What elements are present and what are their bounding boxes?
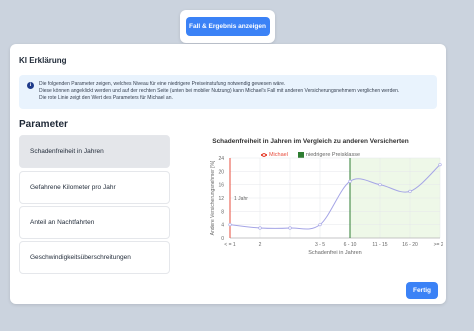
- param-item-speeding[interactable]: Geschwindigkeitsüberschreitungen: [19, 241, 170, 274]
- x-tick-label: 2: [259, 242, 262, 248]
- top-toolbar: Fall & Ergebnis anzeigen: [180, 10, 275, 43]
- comparison-chart: Schadenfreiheit in Jahren im Vergleich z…: [178, 132, 443, 274]
- show-case-result-button[interactable]: Fall & Ergebnis anzeigen: [185, 17, 270, 36]
- info-line: Die folgenden Parameter zeigen, welches …: [39, 81, 286, 87]
- x-tick-label: 3 - 5: [315, 242, 325, 248]
- panel-title: KI Erklärung: [19, 56, 67, 65]
- michael-value-label: 1 Jahr: [234, 196, 248, 202]
- data-point: [318, 223, 322, 227]
- info-box: i Die folgenden Parameter zeigen, welche…: [19, 75, 437, 109]
- x-tick-label: 16 - 20: [402, 242, 418, 248]
- y-tick-label: 16: [218, 183, 224, 189]
- y-tick-label: 24: [218, 156, 224, 162]
- parameters-heading: Parameter: [19, 119, 68, 130]
- data-point: [378, 183, 382, 187]
- data-point: [288, 226, 292, 230]
- data-point: [228, 223, 232, 227]
- chart-canvas: 04812162024< = 123 - 56 - 10 11 - 15 16 - …: [210, 156, 443, 256]
- x-axis-title: Schadenfrei in Jahren: [308, 250, 362, 256]
- info-line: Die rote Linie zeigt den Wert des Parame…: [39, 95, 173, 102]
- x-tick-label: >= 26: [434, 242, 443, 248]
- y-tick-label: 4: [221, 223, 224, 229]
- x-tick-label: < = 1: [224, 242, 236, 248]
- data-point: [408, 189, 412, 193]
- param-item-night-driving[interactable]: Anteil an Nachtfahrten: [19, 206, 170, 239]
- param-item-claim-free-years[interactable]: Schadenfreiheit in Jahren: [19, 135, 170, 168]
- y-tick-label: 12: [218, 196, 224, 202]
- x-tick-label: 11 - 15: [372, 242, 387, 248]
- data-point: [438, 163, 442, 167]
- x-tick-label: 6 - 10: [344, 242, 357, 248]
- info-text: Die folgenden Parameter zeigen, welches …: [39, 81, 431, 103]
- y-tick-label: 20: [218, 169, 224, 175]
- info-line: Diese können angeklickt werden und auf d…: [39, 88, 400, 95]
- done-button[interactable]: Fertig: [406, 282, 438, 299]
- info-icon: i: [27, 82, 34, 89]
- y-axis-title: Andere Versicherungsnehmer [%]: [210, 160, 216, 235]
- data-point: [348, 179, 352, 183]
- param-item-km-per-year[interactable]: Gefahrene Kilometer pro Jahr: [19, 171, 170, 204]
- y-tick-label: 8: [221, 209, 224, 215]
- explanation-panel: KI Erklärung i Die folgenden Parameter z…: [10, 44, 446, 304]
- data-point: [258, 226, 262, 230]
